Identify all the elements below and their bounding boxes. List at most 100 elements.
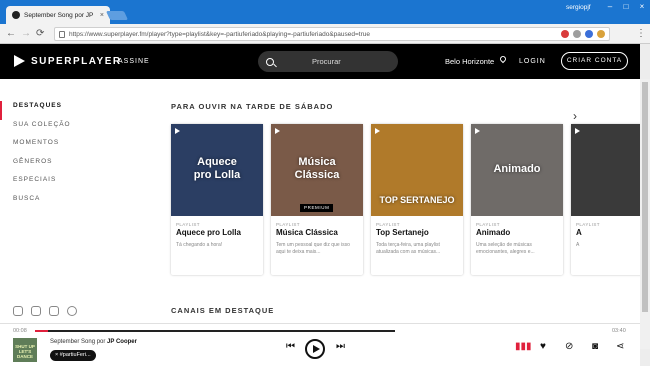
card-kind: PLAYLIST	[276, 222, 300, 227]
forward-button[interactable]: →	[21, 28, 31, 40]
channels-title: CANAIS EM DESTAQUE	[171, 306, 275, 315]
premium-badge: PREMIUM	[300, 204, 334, 212]
sidebar-item-momentos[interactable]: MOMENTOS	[0, 138, 120, 157]
reload-button[interactable]: ⟳	[36, 28, 44, 40]
playlist-card[interactable]: TOP SERTANEJO PLAYLIST Top Sertanejo Tod…	[371, 124, 463, 275]
sidebar-item-busca[interactable]: BUSCA	[0, 194, 120, 213]
tag-label: #partiuFeri...	[59, 352, 91, 358]
maximize-button[interactable]: □	[618, 0, 634, 14]
album-cover-text: SHUT UP LET'S DANCE	[15, 344, 35, 359]
play-icon	[575, 128, 580, 134]
card-kind: PLAYLIST	[376, 222, 400, 227]
total-time: 03:40	[612, 328, 626, 334]
browser-menu-icon[interactable]: ⋮	[636, 28, 646, 40]
card-title: A	[576, 228, 582, 237]
playlist-carousel: Aquece pro Lolla PLAYLIST Aquece pro Lol…	[171, 124, 640, 275]
playlist-card[interactable]: Música Clássica PREMIUM PLAYLIST Música …	[271, 124, 363, 275]
card-image: Aquece pro Lolla	[171, 124, 263, 216]
card-description: Tem um pessoal que diz que isso aqui te …	[276, 242, 350, 255]
playlist-card[interactable]: Aquece pro Lolla PLAYLIST Aquece pro Lol…	[171, 124, 263, 275]
card-title: Animado	[476, 228, 511, 237]
play-favicon-icon	[12, 11, 20, 19]
card-image	[571, 124, 640, 216]
tag-close-icon[interactable]: ×	[55, 352, 58, 358]
facebook-icon[interactable]	[13, 306, 23, 316]
previous-button[interactable]: ⏮	[286, 341, 295, 353]
next-button[interactable]: ⏭	[336, 341, 345, 353]
volume-icon[interactable]: ▮▮▮	[515, 341, 532, 353]
card-description: Uma seleção de músicas emocionantes, ale…	[476, 242, 535, 255]
card-kind: PLAYLIST	[576, 222, 600, 227]
lock-icon	[59, 30, 65, 38]
instagram-icon[interactable]	[49, 306, 59, 316]
progress-fill	[35, 329, 48, 332]
address-bar: ← → ⟳ https://www.superplayer.fm/player?…	[0, 24, 650, 44]
share-icon[interactable]: ⋖	[616, 341, 624, 353]
sidebar-item-generos[interactable]: GÊNEROS	[0, 157, 120, 176]
radio-icon[interactable]: ◙	[592, 341, 598, 353]
card-overlay-text: Música Clássica	[294, 156, 340, 181]
card-title: Top Sertanejo	[376, 228, 429, 237]
url-text: https://www.superplayer.fm/player?type=p…	[69, 30, 370, 38]
card-description: A	[576, 242, 580, 248]
star-icon[interactable]	[573, 30, 581, 38]
artist-name[interactable]: JP Cooper	[107, 339, 137, 345]
tab-close-icon[interactable]: ×	[100, 12, 104, 19]
song-by: por	[96, 339, 106, 345]
twitter-icon[interactable]	[31, 306, 41, 316]
playlist-tag[interactable]: × #partiuFeri...	[50, 350, 96, 361]
window-controls: – □ ×	[602, 0, 650, 14]
playlist-card[interactable]: PLAYLIST A A	[571, 124, 640, 275]
search-input[interactable]: Procurar	[258, 51, 398, 72]
minimize-button[interactable]: –	[602, 0, 618, 14]
play-icon	[375, 128, 380, 134]
extension-2-icon[interactable]	[597, 30, 605, 38]
tab-title: September Song por JP	[24, 11, 94, 19]
play-icon	[275, 128, 280, 134]
logo-text: SUPERPLAYER	[31, 55, 122, 67]
card-title: Aquece pro Lolla	[176, 228, 241, 237]
login-link[interactable]: LOGIN	[519, 58, 546, 65]
browser-user[interactable]: sergiopjf	[566, 4, 591, 11]
sidebar-item-sua-colecao[interactable]: SUA COLEÇÃO	[0, 120, 120, 139]
song-title: September Song	[50, 339, 96, 345]
play-icon	[175, 128, 180, 134]
logo-mark-icon	[14, 55, 25, 67]
heart-icon[interactable]: ♥	[540, 341, 546, 353]
close-window-button[interactable]: ×	[634, 0, 650, 14]
card-overlay-text: Animado	[493, 163, 541, 175]
superplayer-logo[interactable]: SUPERPLAYER	[14, 55, 122, 67]
dislike-icon[interactable]: ⊘	[565, 341, 573, 353]
wordpress-icon[interactable]	[67, 306, 77, 316]
section-title: PARA OUVIR NA TARDE DE SÁBADO	[171, 102, 334, 111]
now-playing: September Song por JP Cooper	[50, 339, 137, 345]
extension-icon[interactable]	[561, 30, 569, 38]
browser-window: September Song por JP × sergiopjf – □ × …	[0, 0, 650, 366]
search-icon	[266, 57, 274, 66]
card-title: Música Clássica	[276, 228, 338, 237]
next-arrow-icon[interactable]: ›	[573, 109, 577, 123]
card-image: Música Clássica PREMIUM	[271, 124, 363, 216]
assine-link[interactable]: ASSINE	[118, 58, 150, 65]
translate-icon[interactable]	[585, 30, 593, 38]
sidebar-item-especiais[interactable]: ESPECIAIS	[0, 175, 120, 194]
back-button[interactable]: ←	[6, 28, 16, 40]
play-button[interactable]	[305, 339, 325, 359]
progress-track[interactable]	[35, 330, 395, 332]
browser-tab[interactable]: September Song por JP ×	[6, 6, 110, 24]
album-cover[interactable]: SHUT UP LET'S DANCE	[13, 338, 37, 362]
current-time: 00:08	[13, 328, 27, 334]
card-image: TOP SERTANEJO	[371, 124, 463, 216]
card-description: Toda terça-feira, uma playlist atualizad…	[376, 242, 441, 255]
url-input[interactable]: https://www.superplayer.fm/player?type=p…	[54, 27, 610, 41]
city-selector[interactable]: Belo Horizonte	[445, 57, 494, 66]
sidebar-item-destaques[interactable]: DESTAQUES	[0, 101, 120, 120]
playlist-card[interactable]: Animado PLAYLIST Animado Uma seleção de …	[471, 124, 563, 275]
card-kind: PLAYLIST	[476, 222, 500, 227]
player-bar: 00:08 03:40 SHUT UP LET'S DANCE Septembe…	[0, 323, 640, 366]
create-account-button[interactable]: CRIAR CONTA	[561, 52, 628, 70]
search-placeholder: Procurar	[312, 57, 341, 66]
location-pin-icon[interactable]	[498, 54, 508, 64]
scrollbar-thumb[interactable]	[642, 82, 648, 312]
new-tab-button[interactable]	[105, 11, 129, 20]
